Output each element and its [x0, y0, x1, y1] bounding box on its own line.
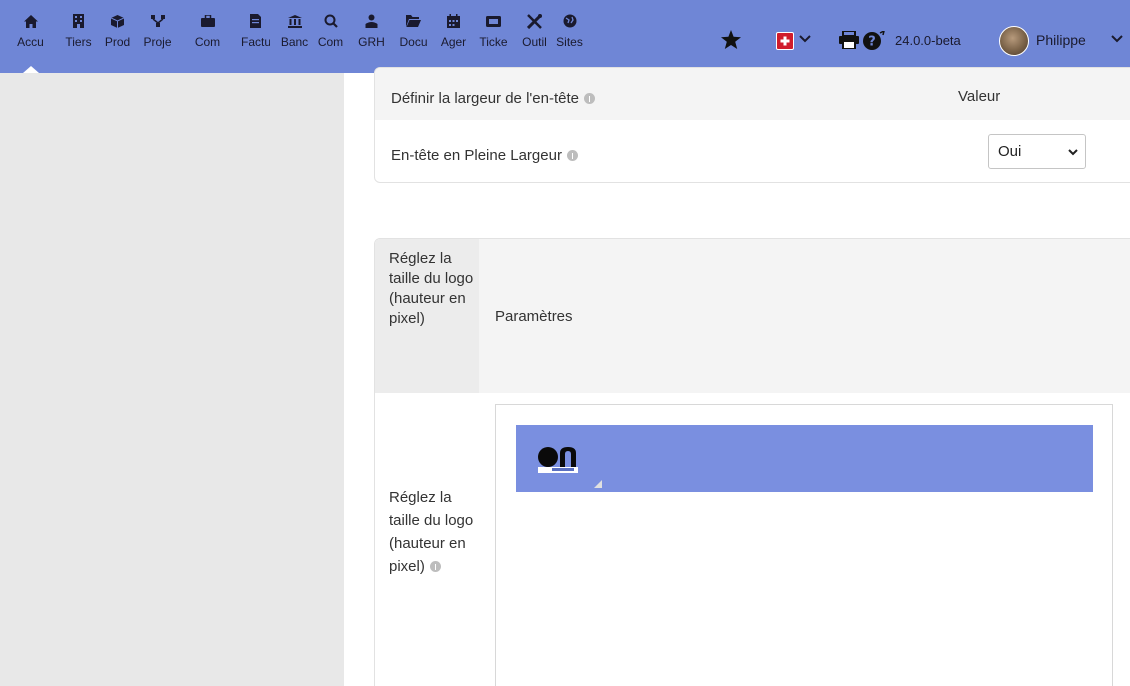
- menu-item-banque[interactable]: Banc: [280, 0, 309, 73]
- menu-item-facturation[interactable]: Factu: [241, 0, 270, 73]
- header-width-settings-card: Définir la largeur de l'en-tête Valeur E…: [374, 67, 1130, 183]
- menu-item-documents[interactable]: Docu: [399, 0, 428, 73]
- swiss-flag-icon[interactable]: [776, 32, 794, 50]
- menu-item-tiers[interactable]: Tiers: [65, 0, 92, 73]
- menu-label: Com: [194, 35, 221, 49]
- resize-handle[interactable]: [594, 475, 602, 488]
- table-header-row: Définir la largeur de l'en-tête Valeur: [375, 68, 1130, 120]
- folder-icon: [401, 14, 426, 28]
- logo-preview-bar: [516, 425, 1093, 492]
- menu-item-accueil[interactable]: Accu: [17, 0, 44, 73]
- user-name[interactable]: Philippe: [1036, 32, 1086, 48]
- menu-item-sites[interactable]: Sites: [556, 0, 583, 73]
- menu-label: Sites: [556, 35, 583, 49]
- main-content: Définir la largeur de l'en-tête Valeur E…: [344, 67, 1130, 686]
- parameters-column-header: Paramètres: [495, 308, 573, 325]
- building-icon: [66, 14, 91, 28]
- chevron-down-icon: [1067, 145, 1079, 157]
- calendar-icon: [441, 14, 466, 28]
- version-label: 24.0.0-beta: [895, 33, 961, 48]
- menu-label: Ticke: [479, 35, 508, 49]
- full-width-header-label: En-tête en Pleine Largeur: [391, 147, 578, 164]
- chevron-down-icon[interactable]: [799, 33, 811, 47]
- help-icon[interactable]: ?: [863, 29, 886, 51]
- header-width-label: Définir la largeur de l'en-tête: [391, 90, 595, 107]
- logo-size-label: Réglez la taille du logo (hauteur en pix…: [389, 489, 474, 575]
- suitcase-icon: [195, 14, 220, 28]
- value-column-header: Valeur: [958, 88, 1001, 105]
- full-width-header-select[interactable]: Oui: [988, 134, 1086, 169]
- project-icon: [145, 14, 170, 28]
- menu-item-produits[interactable]: Prod: [105, 0, 130, 73]
- info-icon[interactable]: [583, 93, 595, 104]
- svg-text:?: ?: [868, 35, 876, 50]
- menu-item-comptabilite[interactable]: Com: [318, 0, 343, 73]
- menu-item-projets[interactable]: Proje: [143, 0, 172, 73]
- menu-label: Prod: [104, 35, 131, 49]
- bank-icon: [282, 14, 307, 28]
- ticket-icon: [481, 14, 506, 28]
- selected-value: Oui: [998, 143, 1022, 160]
- globe-icon: [557, 14, 582, 28]
- company-logo-image[interactable]: [536, 443, 596, 475]
- menu-label: Banc: [280, 35, 309, 49]
- menu-label: GRH: [358, 35, 385, 49]
- info-icon[interactable]: [566, 150, 578, 161]
- search-dollar-icon: [318, 14, 343, 28]
- menu-label: Outil: [522, 35, 547, 49]
- logo-size-settings-card: Réglez la taille du logo (hauteur en pix…: [374, 238, 1130, 686]
- menu-item-grh[interactable]: GRH: [358, 0, 385, 73]
- user-avatar[interactable]: [999, 26, 1029, 56]
- header-cell: Réglez la taille du logo (hauteur en pix…: [375, 239, 479, 393]
- menu-label: Ager: [440, 35, 467, 49]
- users-icon: [359, 14, 384, 28]
- chevron-down-icon[interactable]: [1111, 33, 1123, 47]
- menu-label: Accu: [17, 35, 44, 49]
- menu-label: Tiers: [65, 35, 92, 49]
- print-icon[interactable]: [839, 30, 859, 51]
- left-sidebar: [0, 73, 344, 686]
- tools-icon: [522, 13, 547, 29]
- table-header-row: Réglez la taille du logo (hauteur en pix…: [375, 239, 1130, 393]
- logo-size-column-header: Réglez la taille du logo (hauteur en pix…: [389, 250, 474, 327]
- menu-item-agenda[interactable]: Ager: [441, 0, 466, 73]
- info-icon[interactable]: [429, 561, 441, 572]
- invoice-icon: [243, 14, 268, 28]
- menu-item-tickets[interactable]: Ticke: [479, 0, 508, 73]
- menu-item-commercial[interactable]: Com: [195, 0, 220, 73]
- top-navigation-bar: Accu Tiers Prod Proje Com Factu Banc Com…: [0, 0, 1130, 73]
- menu-label: Docu: [399, 35, 428, 49]
- logo-preview-frame: [495, 404, 1113, 686]
- menu-label: Proje: [143, 35, 172, 49]
- cube-icon: [105, 14, 130, 28]
- menu-label: Factu: [241, 35, 270, 49]
- home-icon: [18, 14, 43, 28]
- menu-label: Com: [317, 35, 344, 49]
- menu-item-outils[interactable]: Outil: [522, 0, 547, 73]
- bookmark-star-icon[interactable]: [720, 30, 742, 50]
